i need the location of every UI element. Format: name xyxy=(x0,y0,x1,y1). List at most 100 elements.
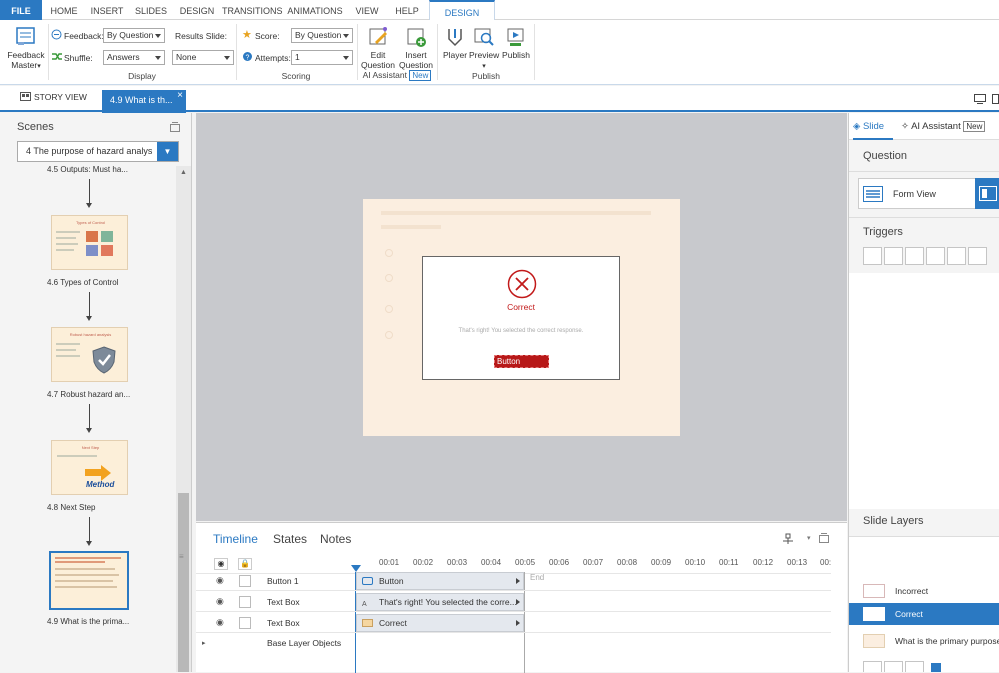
slide-view-icon xyxy=(979,186,997,201)
publish-button[interactable]: Publish xyxy=(500,26,532,60)
faded-question-text xyxy=(381,211,651,215)
eye-icon[interactable]: ◉ xyxy=(214,558,228,570)
menu-tab-help[interactable]: HELP xyxy=(390,0,424,20)
question-heading: Question xyxy=(863,150,908,162)
dim-checkbox[interactable] xyxy=(931,663,941,672)
time-tick: 00:08 xyxy=(617,558,638,567)
slide-thumbnail-robust-hazard[interactable]: Robust hazard analysis xyxy=(51,327,128,382)
continue-button[interactable]: Button xyxy=(494,355,549,368)
tab-ai-assistant[interactable]: ✧ AI Assistant New xyxy=(901,121,986,132)
feedback-master-icon xyxy=(16,27,35,45)
thumb-block xyxy=(101,231,113,242)
new-layer-icon[interactable] xyxy=(863,661,882,672)
feedback-master-button[interactable]: Feedback Master▾ xyxy=(6,26,46,72)
insert-question-button[interactable]: Insert Question xyxy=(398,26,434,70)
results-slide-dropdown[interactable]: None xyxy=(172,50,234,65)
attempts-dropdown[interactable]: 1 xyxy=(291,50,353,65)
player-button[interactable]: Player xyxy=(440,26,470,60)
timeline-options-icon[interactable] xyxy=(782,533,794,545)
tab-story-view[interactable]: STORY VIEW xyxy=(20,92,87,102)
new-trigger-icon[interactable] xyxy=(863,247,882,265)
thumb-line xyxy=(55,580,113,582)
tab-slide[interactable]: ◈ Slide xyxy=(853,121,884,132)
faded-radio xyxy=(385,331,393,339)
chevron-down-icon[interactable]: ▼ xyxy=(157,142,178,161)
splitter-grip[interactable]: ≡ xyxy=(179,552,184,561)
duplicate-layer-icon[interactable] xyxy=(884,661,903,672)
menu-tab-view[interactable]: VIEW xyxy=(350,0,384,20)
lock-checkbox[interactable] xyxy=(239,617,251,629)
timeline-row[interactable]: ◉ Text Box Correct xyxy=(196,613,831,633)
base-layer-label[interactable]: Base Layer Objects xyxy=(267,638,341,648)
feedback-dropdown[interactable]: By Question xyxy=(103,28,165,43)
scroll-up-icon[interactable]: ▲ xyxy=(180,169,187,176)
timeline-row[interactable]: ◉ Button 1 Button xyxy=(196,571,831,591)
chevron-down-icon[interactable]: ▾ xyxy=(807,534,811,542)
delete-layer-icon[interactable] xyxy=(905,661,924,672)
copy-trigger-icon[interactable] xyxy=(905,247,924,265)
layer-item-correct[interactable]: Correct xyxy=(849,603,999,625)
edit-trigger-icon[interactable] xyxy=(884,247,903,265)
menu-tab-insert[interactable]: INSERT xyxy=(86,0,128,20)
thumb-line xyxy=(56,355,80,357)
lock-icon[interactable]: 🔒 xyxy=(238,558,252,570)
thumb-line xyxy=(55,557,121,559)
normal-view-icon[interactable] xyxy=(974,94,986,104)
menu-tab-transitions[interactable]: TRANSITIONS xyxy=(222,0,283,20)
preview-button[interactable]: Preview ▾ xyxy=(469,26,499,72)
menu-tab-design[interactable]: DESIGN xyxy=(176,0,218,20)
panel-pin-icon[interactable] xyxy=(170,122,180,132)
menu-tab-animations[interactable]: ANIMATIONS xyxy=(286,0,344,20)
move-trigger-icon[interactable] xyxy=(968,247,987,265)
timeline-row[interactable]: ◉ Text Box A That's right! You selected t… xyxy=(196,592,831,612)
layer-item-base[interactable]: What is the primary purpose xyxy=(849,630,999,652)
menu-tab-slides[interactable]: SLIDES xyxy=(131,0,171,20)
edit-question-button[interactable]: Edit Question xyxy=(360,26,396,70)
lock-checkbox[interactable] xyxy=(239,596,251,608)
score-dropdown[interactable]: By Question xyxy=(291,28,353,43)
shield-icon xyxy=(92,346,116,374)
slide-view-button[interactable] xyxy=(975,178,999,209)
scenes-scrollbar[interactable]: ▲ xyxy=(176,166,191,672)
ai-assistant-group-text: AI Assistant xyxy=(362,70,408,80)
eye-icon[interactable]: ◉ xyxy=(216,617,224,628)
eye-icon[interactable]: ◉ xyxy=(216,596,224,607)
ai-assistant-group-label: AI Assistant New xyxy=(357,70,437,81)
timeline-bar[interactable]: A That's right! You selected the corre... xyxy=(356,593,524,611)
eye-icon[interactable]: ◉ xyxy=(216,575,224,586)
slide-thumbnail-types-of-control[interactable]: Types of Control xyxy=(51,215,128,270)
timeline-bar-label: That's right! You selected the corre... xyxy=(379,597,517,607)
slide-thumbnail-current[interactable] xyxy=(49,551,129,610)
paste-trigger-icon[interactable] xyxy=(926,247,945,265)
shuffle-dropdown[interactable]: Answers xyxy=(103,50,165,65)
tab-states[interactable]: States xyxy=(273,532,307,546)
correct-feedback-layer[interactable]: Correct That's right! You selected the c… xyxy=(422,256,620,380)
faded-radio xyxy=(385,274,393,282)
close-tab-icon[interactable]: × xyxy=(177,86,183,106)
panel-pin-icon[interactable] xyxy=(819,533,829,543)
time-tick: 00:12 xyxy=(753,558,774,567)
scene-select[interactable]: 4 The purpose of hazard analys ▼ xyxy=(17,141,179,162)
tab-current-slide[interactable]: 4.9 What is th... × xyxy=(102,90,186,114)
tab-notes[interactable]: Notes xyxy=(320,532,351,546)
timeline-bar[interactable]: Correct xyxy=(356,614,524,632)
delete-trigger-icon[interactable] xyxy=(947,247,966,265)
layer-item-incorrect[interactable]: Incorrect xyxy=(849,580,999,602)
thumb-line xyxy=(56,243,78,245)
lock-checkbox[interactable] xyxy=(239,575,251,587)
menu-tab-home[interactable]: HOME xyxy=(46,0,82,20)
split-view-icon[interactable] xyxy=(992,94,999,104)
triggers-list[interactable] xyxy=(849,273,999,509)
scrollbar-thumb[interactable] xyxy=(178,493,189,672)
thumb-line xyxy=(56,237,76,239)
form-view-button[interactable]: Form View xyxy=(858,178,976,209)
new-badge: New xyxy=(963,121,986,132)
expand-arrow-icon[interactable]: ▸ xyxy=(202,639,206,647)
menu-tab-question-design[interactable]: DESIGN xyxy=(429,0,495,21)
slide-thumbnail-next-step[interactable]: Next Step Method xyxy=(51,440,128,495)
tab-timeline[interactable]: Timeline xyxy=(213,532,258,546)
menu-tab-file[interactable]: FILE xyxy=(0,0,42,20)
time-tick: 00:06 xyxy=(549,558,570,567)
timeline-bar[interactable]: Button xyxy=(356,572,524,590)
flow-arrow xyxy=(86,292,92,321)
